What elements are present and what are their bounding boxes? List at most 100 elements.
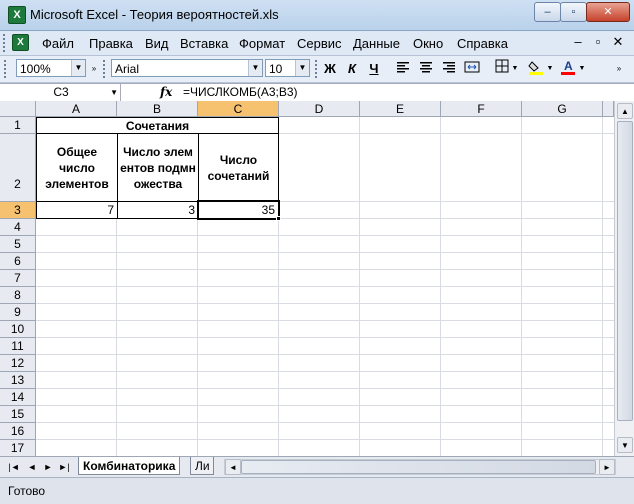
- row-header-13[interactable]: 13: [0, 372, 36, 389]
- row-header-11[interactable]: 11: [0, 338, 36, 355]
- vertical-scrollbar[interactable]: ▲ ▼: [614, 101, 634, 456]
- cell-b2[interactable]: Число элементов подмножества: [117, 133, 199, 202]
- align-right-icon[interactable]: [439, 59, 459, 79]
- cell-a2[interactable]: Общее число элементов: [36, 133, 118, 202]
- align-center-icon[interactable]: [416, 59, 436, 79]
- chevron-down-icon[interactable]: ▼: [545, 59, 555, 79]
- row-header-1[interactable]: 1: [0, 117, 36, 134]
- cell-a1-merged-title[interactable]: Сочетания: [36, 117, 279, 134]
- chevron-down-icon[interactable]: ▼: [510, 59, 520, 79]
- document-icon[interactable]: X: [12, 34, 29, 51]
- doc-restore-button[interactable]: ▫: [588, 32, 608, 52]
- row-header-2[interactable]: 2: [0, 134, 36, 202]
- row-header-17[interactable]: 17: [0, 440, 36, 456]
- menu-file[interactable]: Файл: [42, 36, 74, 51]
- vertical-scroll-thumb[interactable]: [617, 121, 633, 421]
- font-select[interactable]: Arial ▼: [111, 59, 263, 77]
- chevron-down-icon: ▼: [295, 60, 309, 76]
- font-value: Arial: [115, 62, 140, 76]
- row-header-5[interactable]: 5: [0, 236, 36, 253]
- bold-button[interactable]: Ж: [320, 59, 340, 79]
- align-left-icon-svg: [397, 62, 409, 73]
- select-all-corner[interactable]: [0, 101, 36, 117]
- maximize-button[interactable]: ▫: [560, 2, 587, 22]
- column-header-c[interactable]: C: [198, 101, 279, 117]
- menu-data[interactable]: Данные: [353, 36, 400, 51]
- chevron-down-icon: ▼: [71, 60, 85, 76]
- insert-function-icon[interactable]: fx: [160, 84, 172, 101]
- scroll-right-icon[interactable]: ►: [599, 459, 615, 475]
- menu-grip[interactable]: [3, 34, 8, 52]
- sheet-tab-combinatorics[interactable]: Комбинаторика: [78, 457, 181, 475]
- row-header-7[interactable]: 7: [0, 270, 36, 287]
- last-sheet-icon[interactable]: ►|: [58, 460, 70, 474]
- merge-center-icon[interactable]: [462, 59, 482, 79]
- toolbar-options-icon[interactable]: »: [612, 59, 626, 79]
- underline-button[interactable]: Ч: [364, 59, 384, 79]
- cell-b3[interactable]: 3: [117, 201, 199, 219]
- font-color-icon[interactable]: A: [558, 59, 578, 79]
- row-header-14[interactable]: 14: [0, 389, 36, 406]
- column-header-d[interactable]: D: [279, 101, 360, 117]
- row-header-10[interactable]: 10: [0, 321, 36, 338]
- horizontal-scroll-thumb[interactable]: [241, 460, 596, 474]
- zoom-select[interactable]: 100% ▼: [16, 59, 86, 77]
- title-bar: X Microsoft Excel - Теория вероятностей.…: [0, 0, 634, 31]
- row-header-9[interactable]: 9: [0, 304, 36, 321]
- row-header-3[interactable]: 3: [0, 202, 36, 219]
- toolbar-grip[interactable]: [4, 60, 9, 78]
- grid-line: [36, 337, 614, 338]
- toolbar-grip-2[interactable]: [103, 60, 108, 78]
- formula-input[interactable]: =ЧИСЛКОМБ(A3;B3): [183, 84, 298, 101]
- menu-window[interactable]: Окно: [413, 36, 443, 51]
- menu-edit[interactable]: Правка: [89, 36, 133, 51]
- fill-handle[interactable]: [276, 216, 281, 221]
- font-color-swatch: [561, 72, 575, 75]
- doc-minimize-button[interactable]: –: [568, 32, 588, 52]
- worksheet-grid[interactable]: A B C D E F G 1 2 3 4 5 6 7 8 9 10 11 12…: [0, 101, 614, 456]
- grid-line: [36, 286, 614, 287]
- excel-app-icon[interactable]: X: [8, 6, 26, 24]
- menu-view[interactable]: Вид: [145, 36, 169, 51]
- column-header-e[interactable]: E: [360, 101, 441, 117]
- minimize-button[interactable]: –: [534, 2, 561, 22]
- align-left-icon[interactable]: [393, 59, 413, 79]
- row-header-12[interactable]: 12: [0, 355, 36, 372]
- chevron-down-icon[interactable]: ▼: [577, 59, 587, 79]
- toolbar-options-icon[interactable]: »: [89, 59, 99, 79]
- column-header-b[interactable]: B: [117, 101, 198, 117]
- row-header-16[interactable]: 16: [0, 423, 36, 440]
- first-sheet-icon[interactable]: |◄: [8, 460, 20, 474]
- row-header-4[interactable]: 4: [0, 219, 36, 236]
- italic-button[interactable]: К: [342, 59, 362, 79]
- scroll-down-icon[interactable]: ▼: [617, 437, 633, 453]
- horizontal-scrollbar[interactable]: ◄ ►: [224, 459, 616, 475]
- status-text: Готово: [8, 484, 46, 498]
- cell-c3-active[interactable]: 35: [197, 200, 280, 220]
- column-header-a[interactable]: A: [36, 101, 117, 117]
- close-button[interactable]: ✕: [586, 2, 630, 22]
- name-box[interactable]: C3 ▼: [2, 84, 121, 101]
- next-sheet-icon[interactable]: ►: [42, 460, 54, 474]
- menu-format[interactable]: Формат: [239, 36, 285, 51]
- font-size-select[interactable]: 10 ▼: [265, 59, 310, 77]
- prev-sheet-icon[interactable]: ◄: [26, 460, 38, 474]
- scroll-left-icon[interactable]: ◄: [225, 459, 241, 475]
- scroll-up-icon[interactable]: ▲: [617, 103, 633, 119]
- column-header-partial[interactable]: [603, 101, 614, 117]
- row-header-8[interactable]: 8: [0, 287, 36, 304]
- grid-line: [36, 439, 614, 440]
- sheet-tab-next[interactable]: Ли: [190, 457, 214, 475]
- cell-a3[interactable]: 7: [36, 201, 118, 219]
- row-header-15[interactable]: 15: [0, 406, 36, 423]
- cell-c2[interactable]: Число сочетаний: [198, 133, 279, 202]
- borders-icon[interactable]: [492, 59, 512, 79]
- doc-close-button[interactable]: ✕: [608, 32, 628, 52]
- column-header-g[interactable]: G: [522, 101, 603, 117]
- menu-tools[interactable]: Сервис: [297, 36, 342, 51]
- menu-help[interactable]: Справка: [457, 36, 508, 51]
- column-header-f[interactable]: F: [441, 101, 522, 117]
- fill-color-icon[interactable]: [526, 59, 546, 79]
- menu-insert[interactable]: Вставка: [180, 36, 228, 51]
- row-header-6[interactable]: 6: [0, 253, 36, 270]
